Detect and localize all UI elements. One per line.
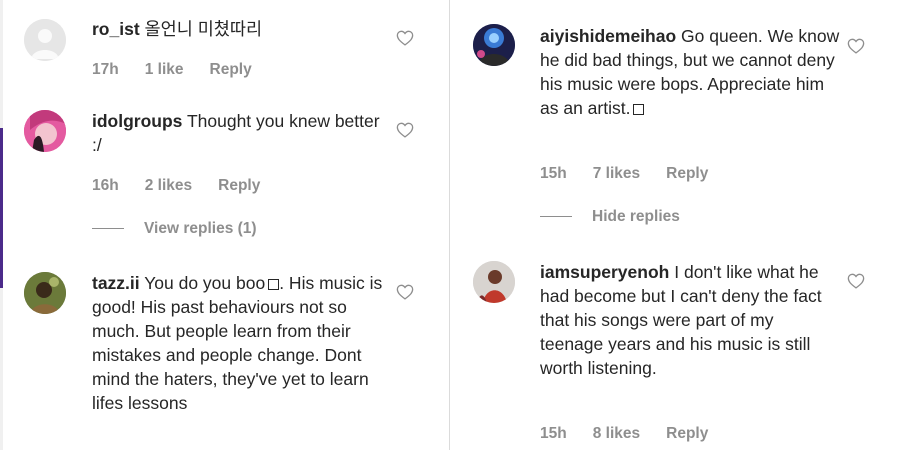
column-divider — [449, 0, 450, 450]
comment-meta-iamsuperyenoh: 15h 8 likes Reply — [540, 425, 734, 443]
hide-replies-label[interactable]: Hide replies — [592, 208, 680, 225]
profile-photo-icon — [473, 24, 515, 66]
avatar-iamsuperyenoh[interactable] — [473, 261, 515, 303]
comment-meta-ro-ist: 17h 1 like Reply — [92, 61, 278, 79]
comment-meta-aiyishidemeihao: 15h 7 likes Reply — [540, 165, 734, 183]
like-heart-icon[interactable] — [396, 30, 414, 46]
comment-text-aiyishidemeihao: aiyishidemeihao Go queen. We know he did… — [540, 24, 840, 120]
comment-meta-idolgroups: 16h 2 likes Reply — [92, 177, 286, 195]
username-ro-ist[interactable]: ro_ist — [92, 19, 140, 39]
likes-count[interactable]: 1 like — [145, 61, 184, 78]
avatar-aiyishidemeihao[interactable] — [473, 24, 515, 66]
likes-count[interactable]: 7 likes — [593, 165, 640, 182]
username-idolgroups[interactable]: idolgroups — [92, 111, 182, 131]
username-iamsuperyenoh[interactable]: iamsuperyenoh — [540, 262, 669, 282]
missing-emoji-icon — [268, 279, 280, 290]
username-aiyishidemeihao[interactable]: aiyishidemeihao — [540, 26, 676, 46]
avatar-ro-ist[interactable] — [24, 19, 66, 61]
timestamp[interactable]: 16h — [92, 177, 119, 194]
hide-replies-button[interactable]: Hide replies — [540, 208, 680, 226]
timestamp[interactable]: 15h — [540, 425, 567, 442]
comment-body-tazz-ii-part1: You do you boo — [144, 273, 266, 293]
replies-line — [540, 216, 572, 218]
likes-count[interactable]: 2 likes — [145, 177, 192, 194]
timestamp[interactable]: 15h — [540, 165, 567, 182]
timestamp[interactable]: 17h — [92, 61, 119, 78]
like-heart-icon[interactable] — [396, 284, 414, 300]
comment-body-tazz-ii-part2: . His music is good! His past behaviours… — [92, 273, 383, 413]
view-replies-button[interactable]: View replies (1) — [92, 220, 257, 238]
likes-count[interactable]: 8 likes — [593, 425, 640, 442]
profile-photo-icon — [24, 272, 66, 314]
avatar-idolgroups[interactable] — [24, 110, 66, 152]
default-avatar-icon — [24, 19, 66, 61]
missing-emoji-icon — [633, 104, 645, 115]
profile-photo-icon — [24, 110, 66, 152]
reply-button[interactable]: Reply — [666, 425, 708, 442]
replies-line — [92, 228, 124, 230]
like-heart-icon[interactable] — [847, 38, 865, 54]
like-heart-icon[interactable] — [396, 122, 414, 138]
window-edge — [0, 0, 3, 450]
reply-button[interactable]: Reply — [210, 61, 252, 78]
reply-button[interactable]: Reply — [666, 165, 708, 182]
comment-text-tazz-ii: tazz.ii You do you boo. His music is goo… — [92, 271, 392, 415]
like-heart-icon[interactable] — [847, 273, 865, 289]
username-tazz-ii[interactable]: tazz.ii — [92, 273, 140, 293]
view-replies-label[interactable]: View replies (1) — [144, 220, 257, 237]
comment-text-ro-ist: ro_ist 올언니 미쳤따리 — [92, 17, 392, 41]
avatar-tazz-ii[interactable] — [24, 272, 66, 314]
comment-body-ro-ist: 올언니 미쳤따리 — [144, 19, 263, 39]
comment-text-idolgroups: idolgroups Thought you knew better :/ — [92, 109, 392, 157]
window-edge-accent — [0, 128, 3, 288]
reply-button[interactable]: Reply — [218, 177, 260, 194]
profile-photo-icon — [473, 261, 515, 303]
comment-text-iamsuperyenoh: iamsuperyenoh I don't like what he had b… — [540, 260, 840, 380]
